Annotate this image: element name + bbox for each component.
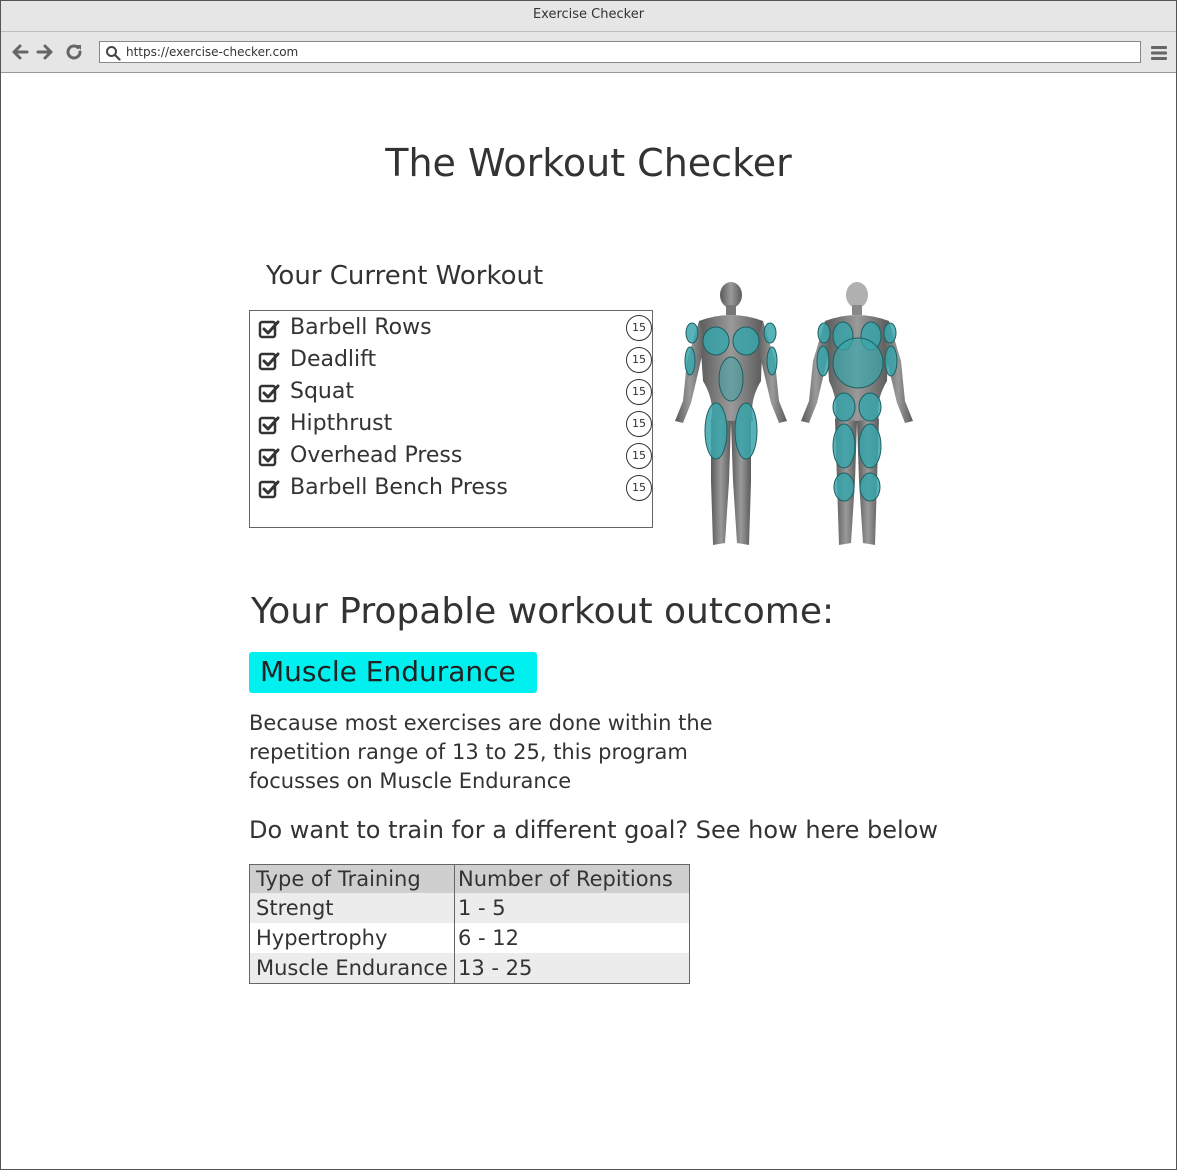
exercise-name: Hipthrust [290,411,393,436]
arrow-left-icon[interactable] [9,41,31,63]
front-body-figure [675,282,787,545]
table-row: Strengt 1 - 5 [249,893,690,923]
table-cell: Hypertrophy [249,923,455,953]
url-text: https://exercise-checker.com [126,45,299,59]
reps-badge: 15 [626,315,652,341]
hamburger-menu-icon[interactable] [1151,45,1167,65]
exercise-name: Deadlift [290,347,377,372]
list-item[interactable]: Deadlift 15 [258,344,652,376]
reps-badge: 15 [626,411,652,437]
current-workout-heading: Your Current Workout [266,261,544,291]
back-body-figure [801,282,913,545]
reps-badge: 15 [626,347,652,373]
outcome-result-badge: Muscle Endurance [249,652,537,693]
list-item[interactable]: Hipthrust 15 [258,408,652,440]
checkbox-checked-icon[interactable] [258,446,280,472]
exercise-name: Barbell Bench Press [290,475,508,500]
table-cell: 1 - 5 [454,893,690,923]
reps-badge: 15 [626,379,652,405]
exercise-name: Overhead Press [290,443,463,468]
table-cell: Muscle Endurance [249,953,455,984]
workout-list: Barbell Rows 15 Deadlift 15 Squat 15 Hip… [249,310,653,528]
list-item[interactable]: Barbell Rows 15 [258,312,652,344]
browser-window: Exercise Checker https://exercise-checke… [0,0,1177,1170]
list-item[interactable]: Overhead Press 15 [258,440,652,472]
table-header-row: Type of Training Number of Repitions [249,864,690,893]
page-title: The Workout Checker [385,141,792,185]
checkbox-checked-icon[interactable] [258,414,280,440]
checkbox-checked-icon[interactable] [258,350,280,376]
reload-icon[interactable] [63,41,85,63]
table-row: Muscle Endurance 13 - 25 [249,953,690,984]
list-item[interactable]: Squat 15 [258,376,652,408]
table-header-cell: Number of Repitions [454,864,690,893]
reps-badge: 15 [626,475,652,501]
table-cell: 13 - 25 [454,953,690,984]
list-item[interactable]: Barbell Bench Press 15 [258,472,652,504]
arrow-right-icon[interactable] [34,41,56,63]
address-bar[interactable]: https://exercise-checker.com [99,41,1141,63]
table-cell: Strengt [249,893,455,923]
checkbox-checked-icon[interactable] [258,318,280,344]
table-row: Hypertrophy 6 - 12 [249,923,690,953]
training-reps-table: Type of Training Number of Repitions Str… [249,864,690,984]
window-title: Exercise Checker [1,1,1176,32]
reps-badge: 15 [626,443,652,469]
exercise-name: Squat [290,379,354,404]
checkbox-checked-icon[interactable] [258,382,280,408]
table-header-cell: Type of Training [249,864,455,893]
exercise-name: Barbell Rows [290,315,432,340]
different-goal-question: Do want to train for a different goal? S… [249,816,939,844]
checkbox-checked-icon[interactable] [258,478,280,504]
search-icon [105,45,121,65]
table-cell: 6 - 12 [454,923,690,953]
muscle-map-image [669,281,921,551]
outcome-heading: Your Propable workout outcome: [251,591,835,632]
outcome-explanation: Because most exercises are done within t… [249,711,713,793]
browser-toolbar: https://exercise-checker.com [1,32,1176,73]
